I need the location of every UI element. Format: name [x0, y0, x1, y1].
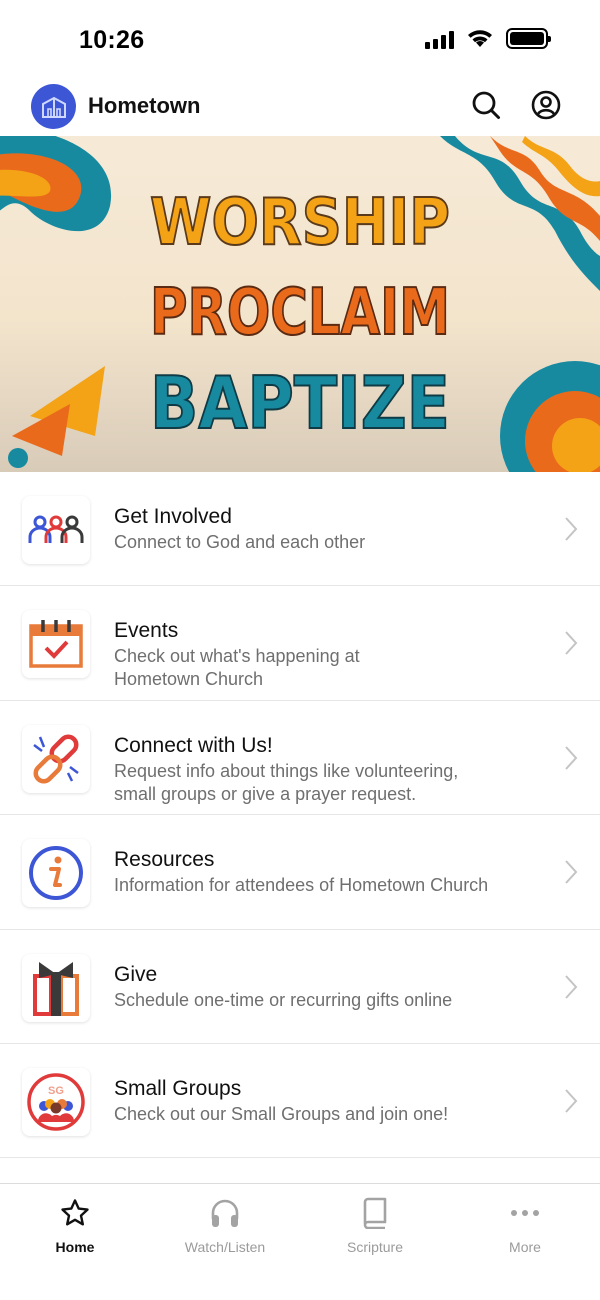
list-item-get-involved[interactable]: Get Involved Connect to God and each oth… [0, 472, 600, 587]
chevron-right-icon [565, 517, 578, 541]
list-item-events[interactable]: Events Check out what's happening at Hom… [0, 586, 600, 701]
list-item-title: Connect with Us! [114, 733, 273, 757]
banner-line-3: BAPTIZE [150, 361, 450, 445]
list-item-text: Connect with Us! Request info about thin… [114, 733, 550, 806]
star-icon [61, 1199, 89, 1226]
gift-icon [22, 953, 90, 1022]
tab-label: Scripture [346, 1239, 404, 1255]
list-item-text: Get Involved Connect to God and each oth… [114, 504, 550, 554]
banner-line-1: WORSHIP [150, 186, 450, 260]
list-item-small-groups[interactable]: SG Small Groups Check out our Small Grou… [0, 1044, 600, 1159]
list-item-text: Events Check out what's happening at Hom… [114, 618, 550, 691]
list-item-subtitle-line2: small groups or give a prayer request. [114, 783, 417, 804]
profile-icon [531, 90, 561, 120]
tab-watch-listen[interactable]: Watch/Listen [150, 1196, 300, 1266]
tab-bar: Home Watch/Listen Scripture More [0, 1183, 600, 1300]
list-item-title: Resources [114, 848, 215, 872]
tab-label: More [509, 1239, 541, 1255]
search-button[interactable] [470, 89, 502, 121]
list-item-resources[interactable]: Resources Information for attendees of H… [0, 815, 600, 930]
tab-scripture[interactable]: Scripture [300, 1196, 450, 1266]
small-groups-badge: SG [48, 1085, 64, 1097]
people-group-icon [22, 496, 90, 564]
chevron-right-icon [565, 746, 578, 770]
info-icon [22, 839, 90, 908]
status-time: 10:26 [79, 26, 145, 54]
list-item-title: Get Involved [114, 505, 232, 528]
feature-list: Get Involved Connect to God and each oth… [0, 472, 600, 1159]
chevron-right-icon [565, 631, 578, 656]
chevron-right-icon [565, 1089, 578, 1113]
small-groups-icon: SG [22, 1067, 90, 1136]
banner-line-2: PROCLAIM [150, 276, 450, 350]
list-item-subtitle: Information for attendees of Hometown Ch… [114, 875, 489, 896]
chevron-right-icon [565, 860, 578, 884]
list-item-title: Events [114, 619, 179, 643]
headphones-icon [211, 1199, 239, 1227]
battery-icon [506, 28, 551, 49]
wifi-icon [468, 29, 492, 47]
hero-banner[interactable]: WORSHIP PROCLAIM BAPTIZE [0, 136, 600, 472]
list-item-subtitle-line2: Hometown Church [114, 669, 264, 690]
tab-home[interactable]: Home [0, 1196, 150, 1266]
list-item-title: Give [114, 962, 158, 986]
more-dots-icon [511, 1210, 539, 1216]
broken-link-icon [22, 724, 90, 793]
cellular-signal-icon [425, 29, 454, 49]
list-item-text: Resources Information for attendees of H… [114, 847, 550, 897]
list-item-connect[interactable]: Connect with Us! Request info about thin… [0, 701, 600, 816]
list-item-subtitle: Request info about things like volunteer… [114, 760, 459, 781]
tab-label: Home [55, 1239, 95, 1255]
calendar-check-icon [22, 610, 90, 679]
chevron-right-icon [565, 974, 578, 999]
tab-label: Watch/Listen [184, 1239, 266, 1255]
list-item-give[interactable]: Give Schedule one-time or recurring gift… [0, 930, 600, 1044]
app-header: Hometown [0, 80, 600, 136]
list-item-text: Small Groups Check out our Small Groups … [114, 1076, 550, 1126]
search-icon [472, 91, 500, 119]
church-logo-icon[interactable] [31, 84, 76, 129]
list-item-text: Give Schedule one-time or recurring gift… [114, 962, 550, 1012]
app-title: Hometown [88, 93, 201, 118]
status-icons [425, 28, 551, 49]
list-item-subtitle: Check out what's happening at [114, 646, 360, 667]
status-bar: 10:26 [0, 0, 600, 80]
list-item-subtitle: Check out our Small Groups and join one! [114, 1103, 449, 1124]
list-item-title: Small Groups [114, 1076, 242, 1100]
list-item-subtitle: Schedule one-time or recurring gifts onl… [114, 989, 453, 1010]
list-item-subtitle: Connect to God and each other [114, 532, 366, 552]
tab-more[interactable]: More [450, 1196, 600, 1266]
book-icon [363, 1197, 387, 1229]
profile-button[interactable] [530, 89, 562, 121]
